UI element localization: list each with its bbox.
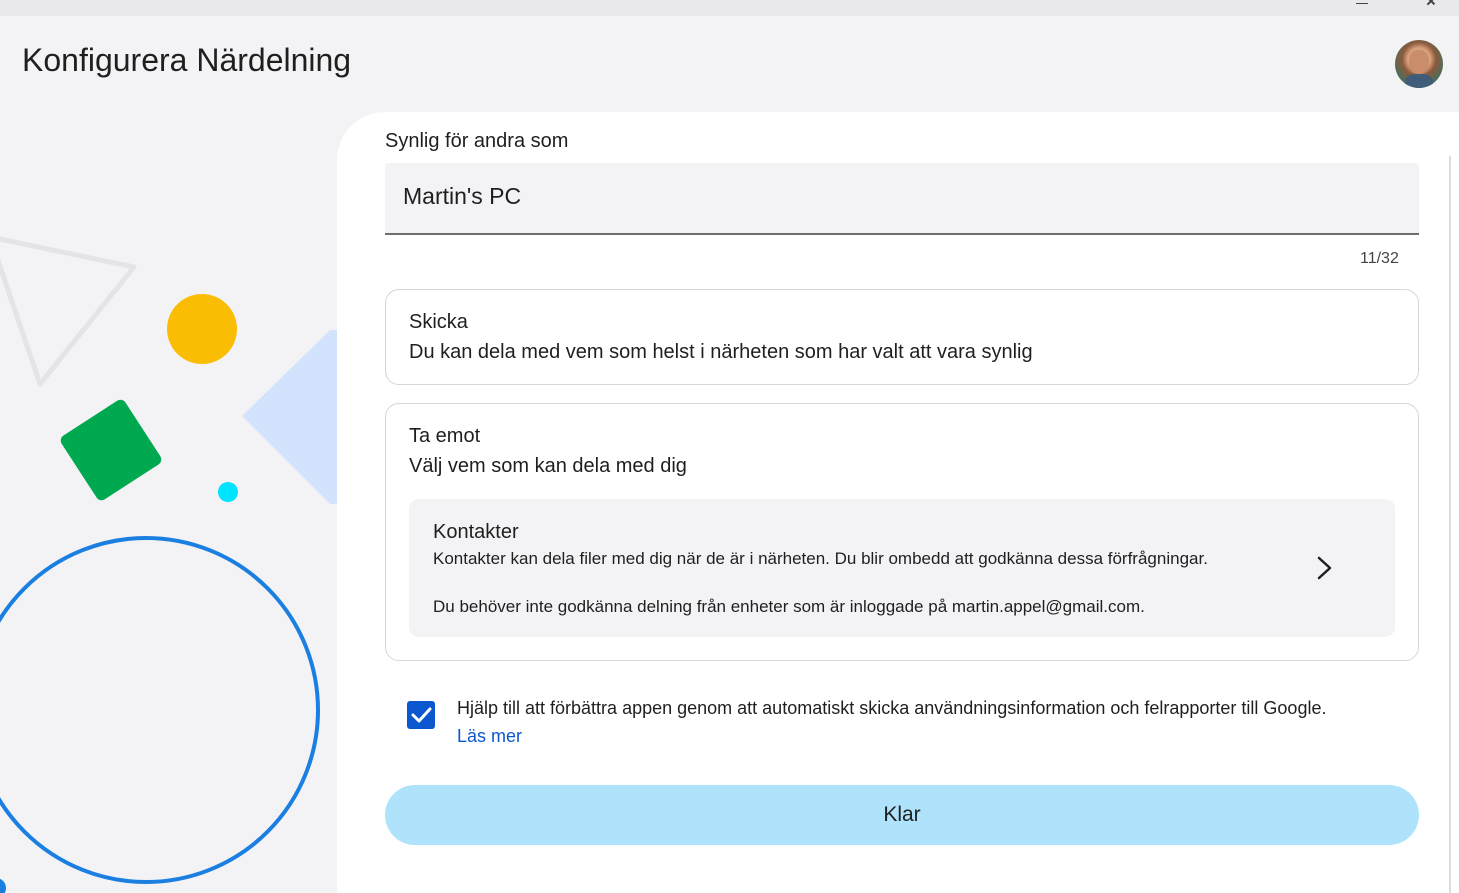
scrollbar[interactable] bbox=[1449, 156, 1459, 893]
character-counter: 11/32 bbox=[1360, 250, 1399, 267]
device-name-label: Synlig för andra som bbox=[385, 130, 569, 152]
receive-card: Ta emot Välj vem som kan dela med dig Ko… bbox=[385, 403, 1419, 661]
chevron-right-icon[interactable] bbox=[1315, 555, 1335, 581]
window-titlebar bbox=[0, 0, 1459, 16]
yellow-circle-shape bbox=[167, 294, 237, 364]
blue-diamond-shape bbox=[242, 330, 340, 504]
device-name-field[interactable] bbox=[385, 163, 1419, 235]
device-name-input[interactable] bbox=[403, 183, 1303, 210]
usage-stats-text: Hjälp till att förbättra appen genom att… bbox=[457, 698, 1327, 718]
decorative-shapes bbox=[0, 236, 340, 893]
receive-title: Ta emot bbox=[409, 425, 481, 447]
decorative-illustration bbox=[0, 112, 340, 893]
contacts-option[interactable]: Kontakter Kontakter kan dela filer med d… bbox=[409, 499, 1395, 637]
green-square-shape bbox=[60, 399, 162, 501]
contacts-account-note: Du behöver inte godkänna delning från en… bbox=[433, 597, 1145, 616]
triangle-outline-shape bbox=[0, 236, 137, 387]
send-title: Skicka bbox=[409, 311, 468, 333]
send-card: Skicka Du kan dela med vem som helst i n… bbox=[385, 289, 1419, 385]
page-title: Konfigurera Närdelning bbox=[22, 42, 352, 78]
send-description: Du kan dela med vem som helst i närheten… bbox=[409, 341, 1033, 363]
close-icon[interactable] bbox=[1420, 0, 1450, 16]
avatar[interactable] bbox=[1395, 40, 1443, 88]
cyan-dot-shape bbox=[218, 482, 238, 502]
blue-dot-shape bbox=[0, 878, 6, 893]
done-button[interactable]: Klar bbox=[385, 785, 1419, 845]
receive-description: Välj vem som kan dela med dig bbox=[409, 455, 687, 477]
contacts-description: Kontakter kan dela filer med dig när de … bbox=[433, 549, 1208, 568]
blue-ring-shape bbox=[0, 536, 320, 884]
contacts-title: Kontakter bbox=[433, 521, 519, 543]
checkmark-icon bbox=[411, 707, 432, 723]
usage-stats-checkbox[interactable] bbox=[407, 701, 435, 729]
minimize-icon[interactable] bbox=[1348, 0, 1378, 16]
learn-more-link[interactable]: Läs mer bbox=[457, 726, 522, 747]
settings-panel: Synlig för andra som 11/32 Skicka Du kan… bbox=[337, 112, 1459, 893]
